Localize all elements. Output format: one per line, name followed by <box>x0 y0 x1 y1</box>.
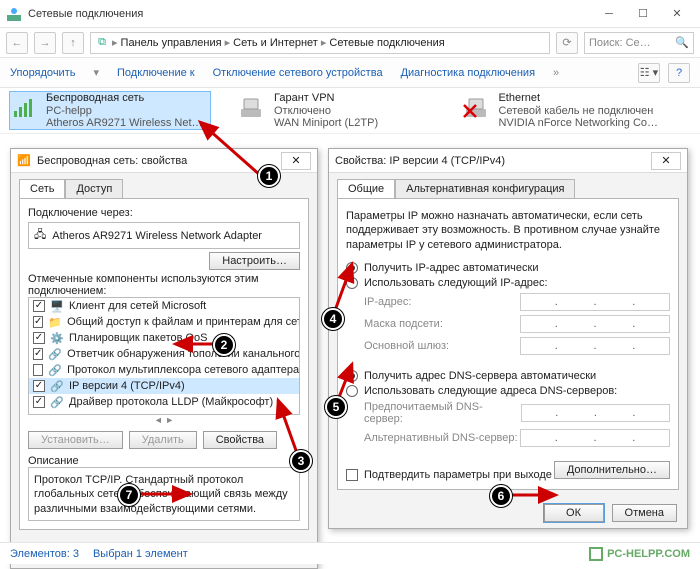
callout-2: 2 <box>213 334 235 356</box>
callout-1: 1 <box>258 165 280 187</box>
callout-6: 6 <box>490 485 512 507</box>
callout-3: 3 <box>290 450 312 472</box>
callout-7: 7 <box>118 484 140 506</box>
callout-4: 4 <box>322 308 344 330</box>
callout-5: 5 <box>325 396 347 418</box>
